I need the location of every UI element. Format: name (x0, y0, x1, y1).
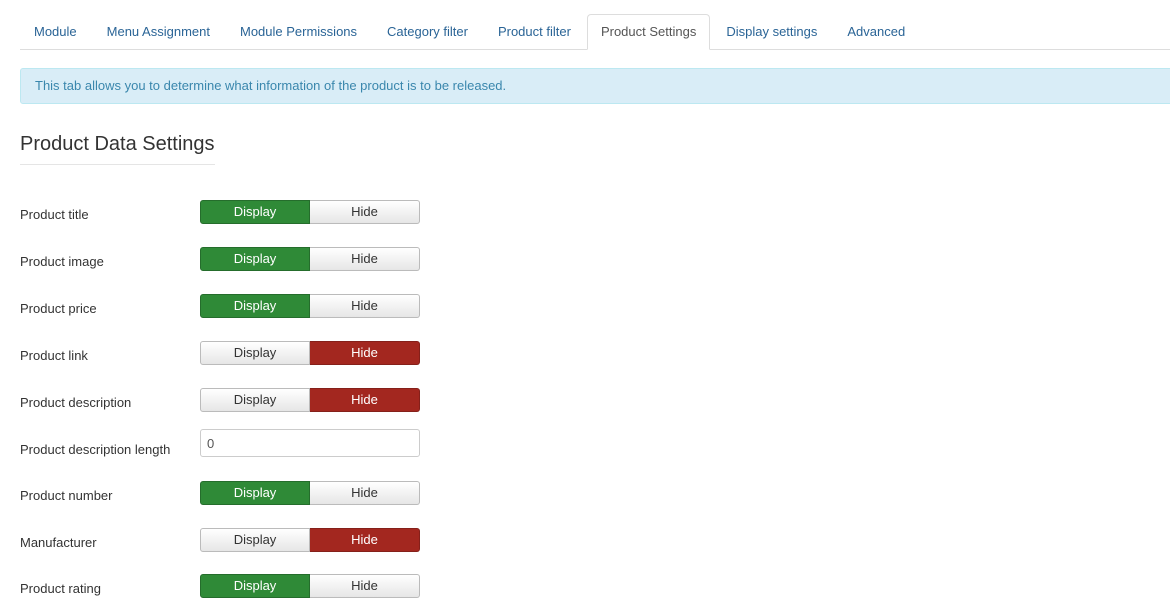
display-button[interactable]: Display (200, 200, 310, 224)
hide-button[interactable]: Hide (310, 574, 420, 598)
display-button[interactable]: Display (200, 388, 310, 412)
tab-module[interactable]: Module (20, 14, 91, 50)
tab-bar: Module Menu Assignment Module Permission… (20, 14, 1170, 50)
hide-button[interactable]: Hide (310, 481, 420, 505)
product-description-length-input[interactable] (200, 429, 420, 457)
product-price-toggle: Display Hide (200, 294, 420, 318)
hide-button[interactable]: Hide (310, 247, 420, 271)
setting-label: Product number (20, 488, 113, 503)
product-description-toggle: Display Hide (200, 388, 420, 412)
setting-label: Product description (20, 395, 132, 410)
hide-button[interactable]: Hide (310, 294, 420, 318)
product-image-toggle: Display Hide (200, 247, 420, 271)
setting-row-product-price: Product price Display Hide (20, 294, 440, 331)
tab-display-settings[interactable]: Display settings (712, 14, 831, 50)
display-button[interactable]: Display (200, 574, 310, 598)
tab-product-settings[interactable]: Product Settings (586, 14, 711, 50)
setting-row-product-description-length: Product description length (20, 429, 440, 472)
tab-menu-assignment[interactable]: Menu Assignment (93, 14, 224, 50)
product-link-toggle: Display Hide (200, 341, 420, 365)
product-rating-toggle: Display Hide (200, 574, 420, 598)
setting-label: Product price (20, 301, 97, 316)
manufacturer-toggle: Display Hide (200, 528, 420, 552)
setting-row-product-link: Product link Display Hide (20, 341, 440, 378)
setting-label: Product link (20, 348, 88, 363)
hide-button[interactable]: Hide (310, 388, 420, 412)
tab-category-filter[interactable]: Category filter (373, 14, 482, 50)
setting-row-product-description: Product description Display Hide (20, 388, 440, 425)
hide-button[interactable]: Hide (310, 341, 420, 365)
display-button[interactable]: Display (200, 481, 310, 505)
display-button[interactable]: Display (200, 247, 310, 271)
info-alert: This tab allows you to determine what in… (20, 68, 1170, 104)
display-button[interactable]: Display (200, 528, 310, 552)
product-number-toggle: Display Hide (200, 481, 420, 505)
tab-product-filter[interactable]: Product filter (484, 14, 585, 50)
setting-row-product-title: Product title Display Hide (20, 200, 440, 237)
display-button[interactable]: Display (200, 341, 310, 365)
tab-advanced[interactable]: Advanced (833, 14, 919, 50)
setting-label: Manufacturer (20, 535, 97, 550)
display-button[interactable]: Display (200, 294, 310, 318)
hide-button[interactable]: Hide (310, 200, 420, 224)
setting-row-product-number: Product number Display Hide (20, 481, 440, 518)
setting-row-product-image: Product image Display Hide (20, 247, 440, 284)
product-title-toggle: Display Hide (200, 200, 420, 224)
setting-label: Product image (20, 254, 104, 269)
setting-label: Product rating (20, 581, 101, 596)
setting-row-manufacturer: Manufacturer Display Hide (20, 528, 440, 565)
setting-label: Product description length (20, 442, 171, 457)
hide-button[interactable]: Hide (310, 528, 420, 552)
setting-label: Product title (20, 207, 89, 222)
setting-row-product-rating: Product rating Display Hide (20, 574, 440, 611)
section-title: Product Data Settings (20, 131, 215, 165)
tab-module-permissions[interactable]: Module Permissions (226, 14, 371, 50)
